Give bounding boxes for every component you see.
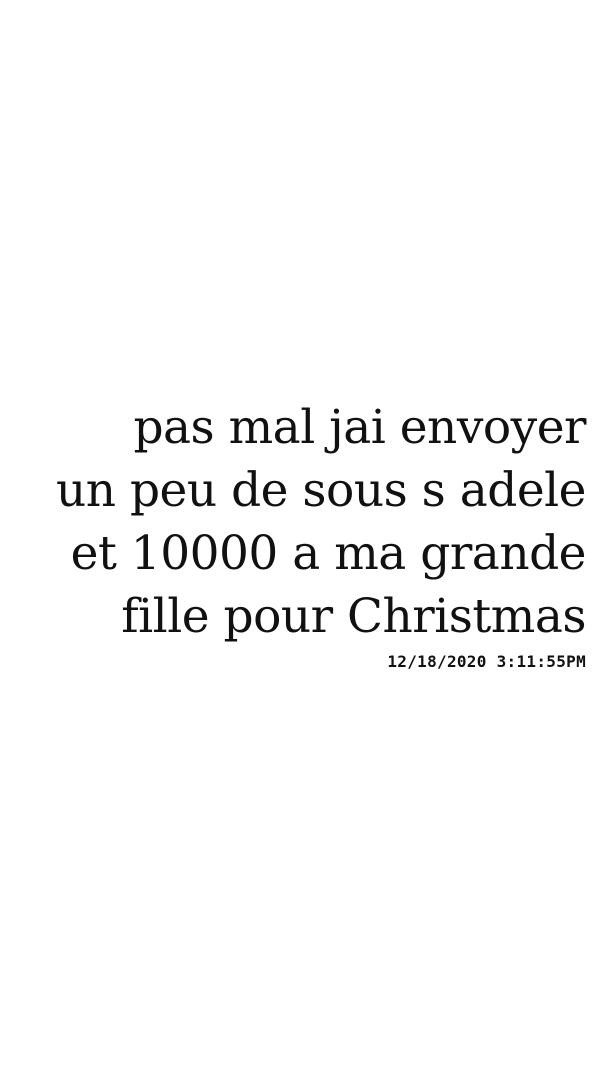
message-text: pas mal jai envoyer un peu de sous s ade…	[16, 396, 587, 648]
message-timestamp: 12/18/2020 3:11:55PM	[387, 652, 586, 671]
message-line-1: pas mal jai envoyer	[133, 400, 586, 455]
message-block: pas mal jai envoyer un peu de sous s ade…	[16, 396, 587, 672]
message-line-3: et 10000 a ma grande	[70, 526, 587, 581]
message-line-2: un peu de sous s adele	[55, 463, 587, 518]
message-line-4: fille pour Christmas	[121, 589, 586, 644]
screen: pas mal jai envoyer un peu de sous s ade…	[0, 0, 608, 1080]
